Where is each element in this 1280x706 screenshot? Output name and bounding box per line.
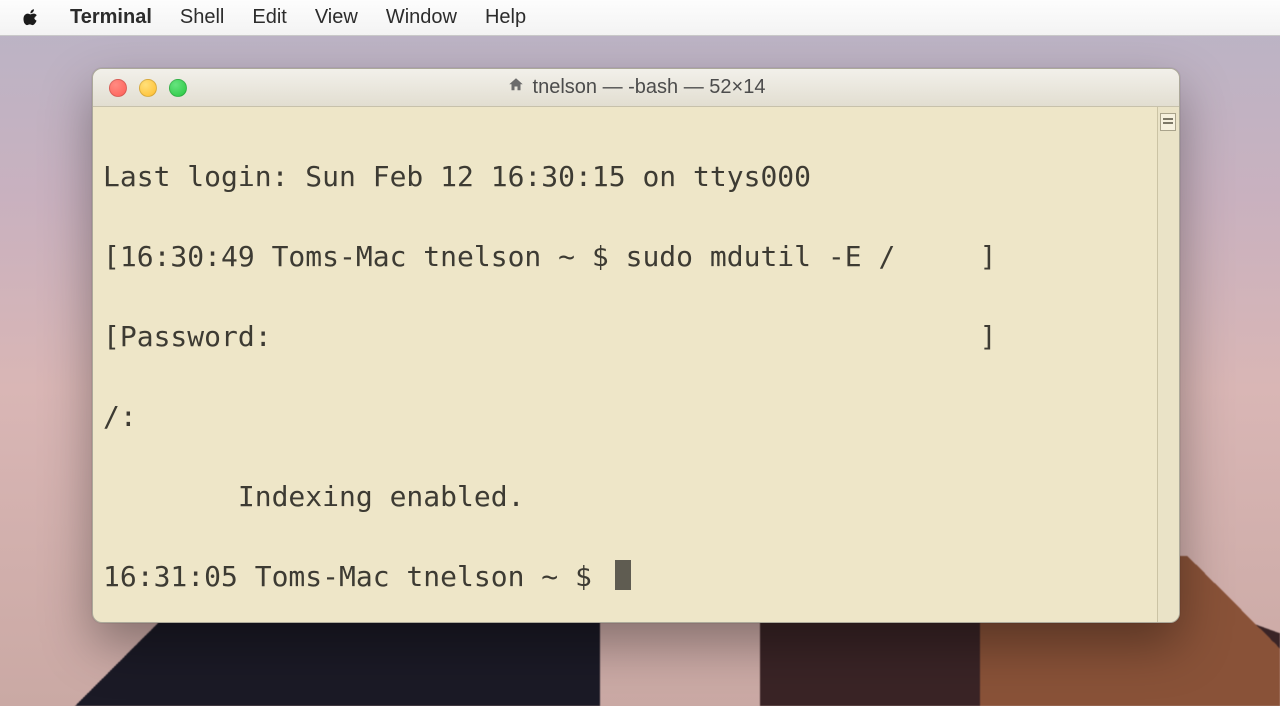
terminal-line: [Password: ] [103,317,1149,357]
terminal-line: [16:30:49 Toms-Mac tnelson ~ $ sudo mdut… [103,237,1149,277]
close-icon[interactable] [109,79,127,97]
scrollbar-track[interactable] [1157,107,1179,622]
window-titlebar[interactable]: tnelson — -bash — 52×14 [93,69,1179,107]
menubar-item-shell[interactable]: Shell [180,6,224,29]
traffic-lights [93,79,187,97]
menubar-item-edit[interactable]: Edit [252,6,286,29]
minimize-icon[interactable] [139,79,157,97]
terminal-window[interactable]: tnelson — -bash — 52×14 Last login: Sun … [92,68,1180,623]
apple-menu-icon[interactable] [20,7,42,29]
zoom-icon[interactable] [169,79,187,97]
terminal-line: Indexing enabled. [103,477,1149,517]
terminal-line: Last login: Sun Feb 12 16:30:15 on ttys0… [103,157,1149,197]
terminal-line: /: [103,397,1149,437]
menubar-item-view[interactable]: View [315,6,358,29]
window-title-text: tnelson — -bash — 52×14 [533,76,766,99]
window-title: tnelson — -bash — 52×14 [93,69,1179,106]
home-icon [507,76,525,100]
menubar-item-window[interactable]: Window [386,6,457,29]
terminal-cursor [615,560,631,590]
terminal-output[interactable]: Last login: Sun Feb 12 16:30:15 on ttys0… [93,107,1157,622]
menubar: Terminal Shell Edit View Window Help [0,0,1280,36]
terminal-prompt: 16:31:05 Toms-Mac tnelson ~ $ [103,560,609,593]
menubar-item-help[interactable]: Help [485,6,526,29]
scroll-to-top-icon[interactable] [1160,113,1176,131]
menubar-app-name[interactable]: Terminal [70,6,152,29]
